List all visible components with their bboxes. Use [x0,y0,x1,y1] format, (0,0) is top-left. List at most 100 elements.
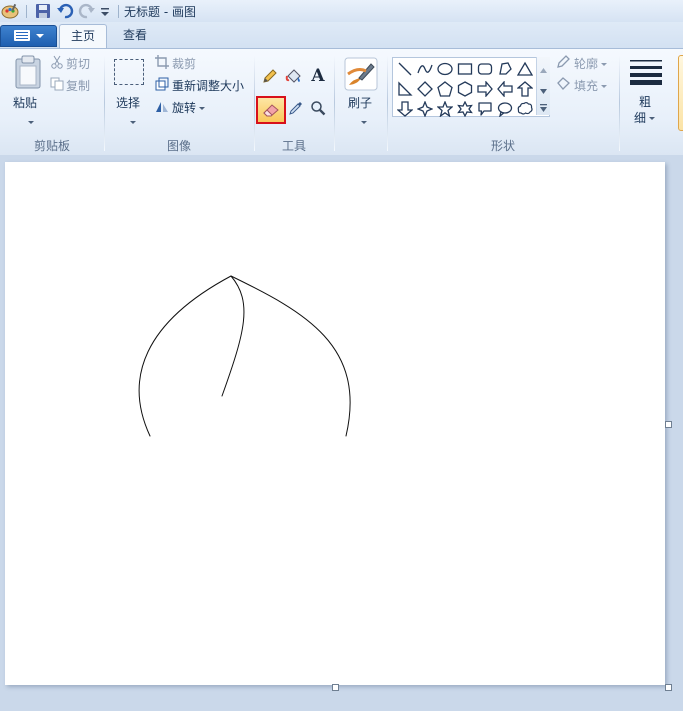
outline-pen-icon [556,54,574,75]
fill-bucket-icon[interactable] [284,66,304,86]
resize-icon [155,77,172,97]
rectangle-shape-icon[interactable] [455,59,475,79]
canvas-resize-handle-bottom[interactable] [332,684,339,691]
menu-icon [14,30,30,41]
polygon-shape-icon[interactable] [495,59,515,79]
color-picker-icon[interactable] [286,98,306,118]
customize-quick-access-icon[interactable] [98,2,116,20]
image-group-label: 图像 [166,139,191,153]
resize-button[interactable]: 重新调整大小 [155,76,244,96]
rotate-icon [155,99,172,119]
chevron-down-icon [28,121,34,124]
save-icon[interactable] [34,2,52,20]
shapes-group-label: 形状 [490,139,515,153]
four-point-star-shape-icon[interactable] [415,99,435,119]
color-1-button[interactable] [678,55,683,131]
canvas-drawing [138,275,351,437]
copy-icon [50,77,66,97]
group-separator [334,55,335,151]
magnifier-icon[interactable] [308,98,328,118]
scissors-icon [50,55,66,75]
fill-button[interactable]: 填充 [556,76,608,97]
chevron-down-icon [130,121,136,124]
fill-bucket-icon [556,76,574,97]
undo-icon[interactable] [56,2,74,20]
line-width-icon [630,59,662,88]
six-point-star-shape-icon[interactable] [455,99,475,119]
clipboard-group-label: 剪贴板 [33,139,70,153]
chevron-up-icon[interactable] [540,62,547,76]
size-label-line1: 粗 [639,95,652,109]
canvas-resize-handle-right[interactable] [665,421,672,428]
tools-group-label: 工具 [281,139,306,153]
tab-home[interactable]: 主页 [59,24,107,49]
five-point-star-shape-icon[interactable] [435,99,455,119]
chevron-down-icon [36,34,44,38]
rounded-rectangle-shape-icon[interactable] [475,59,495,79]
selection-rectangle-icon [114,59,144,85]
shapes-gallery-scrollbar[interactable] [536,57,550,115]
crop-button[interactable]: 裁剪 [155,54,196,74]
select-label: 选择 [116,96,141,110]
text-tool-icon[interactable]: A [308,66,328,86]
outline-button[interactable]: 轮廓 [556,54,608,75]
diamond-shape-icon[interactable] [415,79,435,99]
title-bar: 无标题 - 画图 [0,0,683,23]
select-button[interactable]: 选择 [112,55,148,127]
paste-label: 粘贴 [13,96,38,110]
ribbon-panel: 粘贴 剪切 复制 剪贴板 选择 裁剪 重新调整大小 旋转 图像 A 工具 刷子 … [0,48,683,156]
brushes-label: 刷子 [348,96,373,110]
resize-label: 重新调整大小 [172,79,245,93]
hexagon-shape-icon[interactable] [455,79,475,99]
more-shapes-icon[interactable] [540,101,547,115]
right-triangle-shape-icon[interactable] [395,79,415,99]
chevron-down-icon [199,107,206,110]
tab-view[interactable]: 查看 [112,24,158,46]
canvas-resize-handle-corner[interactable] [665,684,672,691]
left-arrow-shape-icon[interactable] [495,79,515,99]
triangle-shape-icon[interactable] [515,59,535,79]
curve-shape-icon[interactable] [415,59,435,79]
line-shape-icon[interactable] [395,59,415,79]
eraser-icon[interactable] [256,96,286,124]
copy-label: 复制 [66,79,91,93]
up-arrow-shape-icon[interactable] [515,79,535,99]
redo-icon[interactable] [78,2,96,20]
paste-button[interactable]: 粘贴 [10,55,46,127]
window-title: 无标题 - 画图 [124,5,196,19]
chevron-down-icon [601,63,608,66]
rotate-button[interactable]: 旋转 [155,98,206,119]
chevron-down-icon [601,85,608,88]
crop-icon [155,54,172,75]
brush-icon [344,57,378,94]
crop-label: 裁剪 [172,57,197,71]
chevron-down-icon [361,121,367,124]
fill-label: 填充 [574,79,599,93]
size-label-line2: 细 [634,111,647,125]
paint-app-icon[interactable] [1,2,19,20]
pencil-icon[interactable] [260,66,280,86]
drawing-canvas[interactable] [5,162,665,685]
group-separator [619,55,620,151]
outline-label: 轮廓 [574,57,599,71]
copy-button[interactable]: 复制 [50,76,90,96]
drawn-outer-curve [138,275,351,437]
drawn-inner-curve [221,275,245,397]
pentagon-shape-icon[interactable] [435,79,455,99]
rotate-label: 旋转 [172,101,197,115]
down-arrow-shape-icon[interactable] [395,99,415,119]
cut-button[interactable]: 剪切 [50,54,90,74]
chevron-down-icon [649,117,656,120]
right-arrow-shape-icon[interactable] [475,79,495,99]
cloud-callout-shape-icon[interactable] [515,99,535,119]
application-menu-button[interactable] [0,25,57,47]
oval-shape-icon[interactable] [435,59,455,79]
clipboard-icon [14,55,42,92]
rounded-callout-shape-icon[interactable] [475,99,495,119]
chevron-down-icon[interactable] [540,83,547,97]
oval-callout-shape-icon[interactable] [495,99,515,119]
quick-access-separator [26,5,27,18]
title-separator [118,5,119,18]
size-button[interactable]: 粗 细 [625,55,669,133]
brushes-button[interactable]: 刷子 [340,55,382,127]
